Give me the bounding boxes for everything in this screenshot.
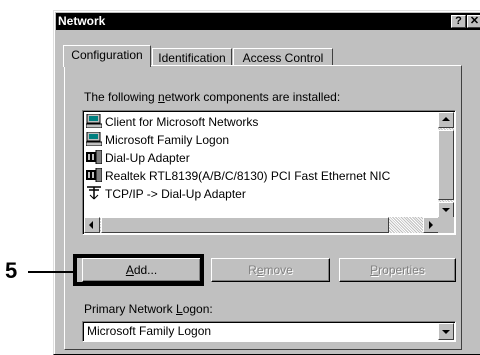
tab-access-control[interactable]: Access Control bbox=[233, 48, 333, 66]
scroll-up-button[interactable] bbox=[438, 112, 454, 128]
callout-leader-line bbox=[28, 271, 74, 273]
components-listbox[interactable]: Client for Microsoft Networks Microsoft … bbox=[82, 110, 456, 235]
add-button[interactable]: Add... bbox=[82, 258, 201, 282]
tab-configuration[interactable]: Configuration bbox=[63, 45, 151, 67]
protocol-icon bbox=[86, 186, 102, 200]
horizontal-scrollbar[interactable] bbox=[84, 217, 439, 233]
dropdown-button[interactable] bbox=[438, 323, 454, 340]
scroll-right-button[interactable] bbox=[423, 217, 439, 233]
arrow-up-icon bbox=[442, 117, 450, 121]
client-icon bbox=[85, 113, 103, 129]
list-item[interactable]: Client for Microsoft Networks bbox=[85, 113, 258, 131]
title-bar[interactable]: Network bbox=[56, 13, 480, 30]
properties-button[interactable]: Properties bbox=[339, 258, 456, 282]
client-icon bbox=[85, 131, 103, 147]
primary-logon-value: Microsoft Family Logon bbox=[87, 324, 212, 338]
window-title: Network bbox=[58, 14, 106, 28]
scroll-corner bbox=[438, 217, 454, 233]
scroll-left-button[interactable] bbox=[84, 217, 100, 233]
primary-logon-combobox[interactable]: Microsoft Family Logon bbox=[82, 321, 456, 342]
list-item[interactable]: Microsoft Family Logon bbox=[85, 131, 229, 149]
arrow-right-icon bbox=[429, 221, 433, 229]
list-item[interactable]: Realtek RTL8139(A/B/C/8130) PCI Fast Eth… bbox=[86, 167, 390, 185]
close-button[interactable]: ✕ bbox=[467, 15, 480, 28]
hscroll-thumb[interactable] bbox=[101, 217, 389, 233]
chevron-down-icon bbox=[442, 330, 450, 334]
arrow-left-icon bbox=[89, 221, 93, 229]
arrow-down-icon bbox=[442, 208, 450, 212]
scroll-thumb[interactable] bbox=[438, 130, 454, 200]
callout-number: 5 bbox=[5, 258, 18, 283]
vertical-scrollbar[interactable] bbox=[438, 112, 454, 218]
list-item[interactable]: Dial-Up Adapter bbox=[86, 149, 190, 167]
components-label: The following network components are ins… bbox=[84, 90, 341, 104]
scroll-down-button[interactable] bbox=[438, 202, 454, 218]
tab-identification[interactable]: Identification bbox=[152, 48, 232, 66]
close-icon: ✕ bbox=[469, 15, 480, 27]
adapter-icon bbox=[86, 149, 103, 165]
remove-button[interactable]: Remove bbox=[211, 258, 330, 282]
logon-label: Primary Network Logon: bbox=[84, 302, 213, 316]
help-button[interactable]: ? bbox=[451, 15, 466, 28]
adapter-icon bbox=[86, 167, 103, 183]
list-item[interactable]: TCP/IP -> Dial-Up Adapter bbox=[86, 185, 246, 203]
